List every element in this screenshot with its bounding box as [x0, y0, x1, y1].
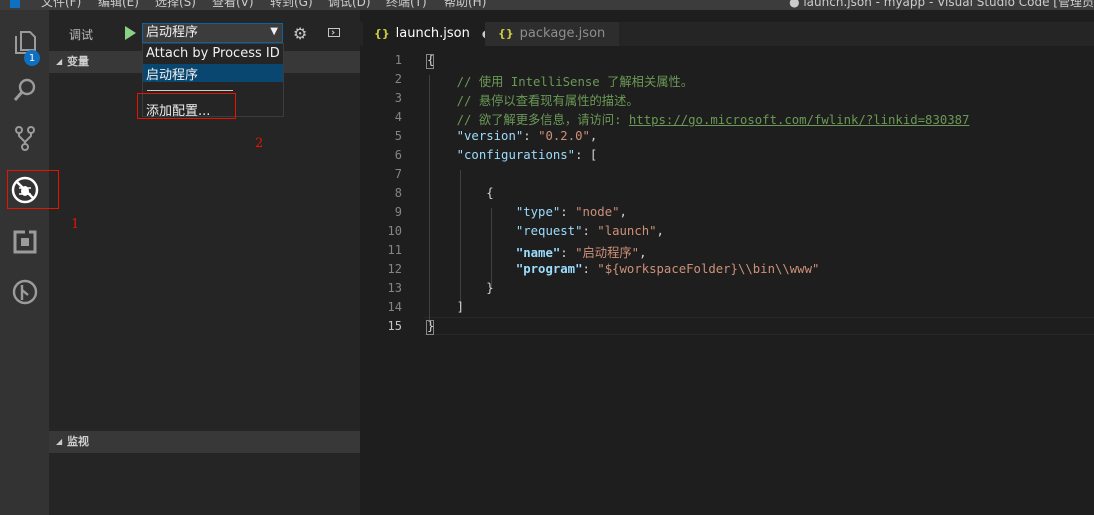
- menu-debug[interactable]: 调试(D): [328, 0, 371, 10]
- code-line-11: "name": "启动程序",: [515, 246, 647, 260]
- source-control-icon: [14, 126, 35, 151]
- explorer-button[interactable]: 1: [0, 20, 49, 66]
- tab-label: package.json: [519, 26, 606, 41]
- comment-text: // 欲了解更多信息，请访问:: [427, 113, 629, 127]
- git-history-button[interactable]: [0, 270, 49, 314]
- fwlink-url[interactable]: https://go.microsoft.com/fwlink/?linkid=…: [629, 113, 970, 127]
- line-number: 9: [394, 205, 402, 219]
- annotation-box-1: [7, 170, 59, 209]
- annotation-box-2: [137, 93, 236, 119]
- code-line-8: {: [486, 186, 494, 200]
- start-debugging-icon[interactable]: [125, 26, 136, 40]
- code-line-3: // 悬停以查看现有属性的描述。: [427, 94, 639, 108]
- dropdown-separator: [147, 90, 233, 91]
- bracket-match-highlight: [426, 320, 434, 335]
- line-number: 14: [387, 300, 402, 314]
- line-number: 15: [387, 319, 402, 333]
- watch-title: 监视: [67, 435, 89, 448]
- variables-title: 变量: [67, 55, 89, 68]
- tab-label: launch.json: [395, 26, 470, 41]
- menu-file[interactable]: 文件(F): [41, 0, 81, 10]
- title-bar: 文件(F) 编辑(E) 选择(S) 查看(V) 转到(G) 调试(D) 终端(T…: [0, 0, 1094, 10]
- dropdown-option-launch[interactable]: 启动程序: [143, 64, 283, 83]
- explorer-badge: 1: [24, 50, 40, 66]
- expand-triangle-icon: ◢: [56, 57, 63, 66]
- line-number: 1: [394, 53, 402, 67]
- annotation-label-1: 1: [71, 217, 80, 232]
- line-number: 8: [394, 186, 402, 200]
- menu-go[interactable]: 转到(G): [270, 0, 313, 10]
- search-icon: [13, 78, 35, 101]
- expand-triangle-icon: ◢: [56, 437, 63, 446]
- tab-launch-json[interactable]: {}launch.json●: [363, 22, 491, 46]
- json-file-icon: {}: [374, 27, 390, 40]
- code-line-10: "request": "launch",: [515, 224, 664, 238]
- debug-toolbar: 调试 启动程序 ▼ ⚙: [49, 23, 360, 45]
- line-number: 12: [387, 262, 402, 276]
- menu-view[interactable]: 查看(V): [212, 0, 254, 10]
- debug-label: 调试: [69, 28, 94, 42]
- debug-config-value: 启动程序: [146, 25, 199, 40]
- debug-config-select[interactable]: 启动程序 ▼: [142, 23, 283, 43]
- tab-package-json[interactable]: {} package.json: [485, 22, 619, 46]
- menu-edit[interactable]: 编辑(E): [98, 0, 139, 10]
- dropdown-option-attach[interactable]: Attach by Process ID: [146, 46, 280, 61]
- menu-terminal[interactable]: 终端(T): [386, 0, 427, 10]
- line-number: 7: [394, 167, 402, 181]
- gear-icon[interactable]: ⚙: [293, 24, 307, 43]
- tab-bar: {}launch.json● {}package.json: [360, 22, 1094, 46]
- debug-console-icon[interactable]: [328, 28, 340, 37]
- extensions-button[interactable]: [0, 220, 49, 264]
- extensions-icon: [13, 230, 36, 254]
- editor-area: {}launch.json● {}package.json 1 2 3 4 5 …: [360, 10, 1094, 515]
- code-line-14: ]: [456, 300, 465, 314]
- line-number: 3: [394, 91, 402, 105]
- chevron-down-icon: ▼: [270, 26, 278, 37]
- bracket-match-highlight: [426, 54, 434, 69]
- line-number: 6: [394, 148, 402, 162]
- code-line-9: "type": "node",: [515, 205, 627, 219]
- watch-section-header[interactable]: ◢ 监视: [49, 431, 360, 453]
- line-number: 11: [387, 243, 402, 257]
- menu-help[interactable]: 帮助(H): [444, 0, 486, 10]
- git-history-icon: [12, 279, 37, 305]
- search-button[interactable]: [0, 68, 49, 112]
- json-file-icon: {}: [498, 27, 514, 40]
- line-number: 4: [394, 110, 402, 124]
- line-number: 10: [387, 224, 402, 238]
- vscode-logo-icon: [10, 0, 20, 8]
- code-line-2: // 使用 IntelliSense 了解相关属性。: [427, 75, 694, 89]
- code-line-5: "version": "0.2.0",: [456, 129, 598, 143]
- line-number: 2: [394, 72, 402, 86]
- source-control-button[interactable]: [0, 116, 49, 160]
- code-line-4: // 欲了解更多信息，请访问: https://go.microsoft.com…: [427, 110, 970, 128]
- menu-selection[interactable]: 选择(S): [155, 0, 196, 10]
- window-title: ● launch.json - myapp - Visual Studio Co…: [789, 0, 1094, 9]
- annotation-label-2: 2: [255, 136, 264, 151]
- line-number: 5: [394, 129, 402, 143]
- code-line-6: "configurations": [: [456, 148, 598, 162]
- line-number: 13: [387, 281, 402, 295]
- activity-bar: 1: [0, 10, 49, 515]
- code-line-12: "program": "${workspaceFolder}\\bin\\www…: [515, 262, 820, 276]
- code-line-13: }: [486, 281, 494, 295]
- current-line-highlight: [424, 317, 1094, 335]
